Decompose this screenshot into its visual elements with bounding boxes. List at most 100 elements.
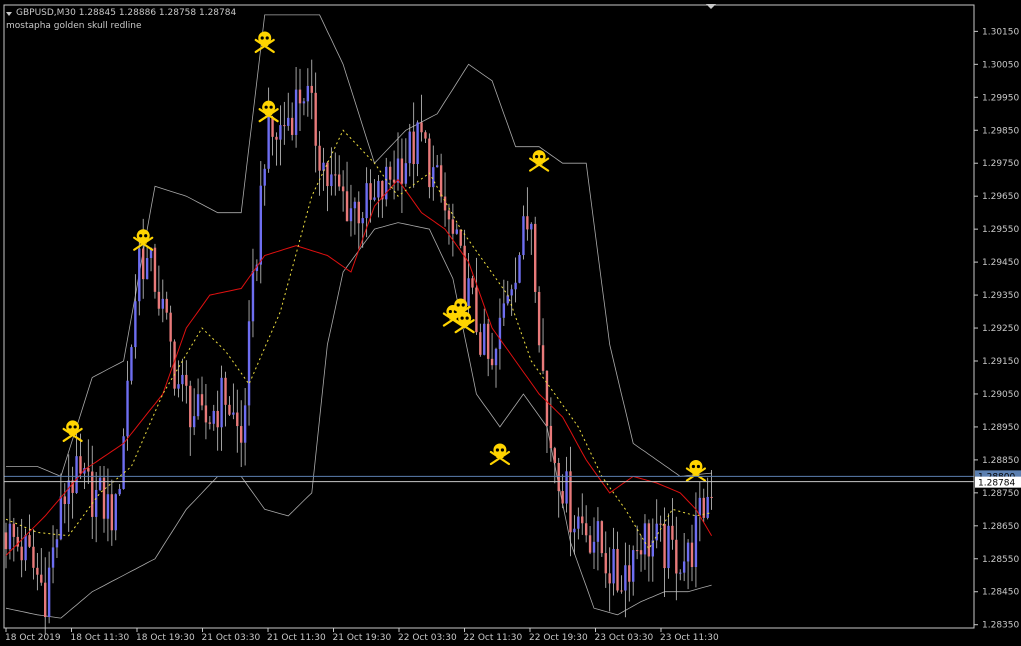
x-tick-label: 21 Oct 11:30 <box>267 633 326 643</box>
candle-body <box>28 535 31 547</box>
candle-body <box>224 377 227 405</box>
price-lines <box>4 475 974 483</box>
candle-body <box>259 185 262 265</box>
candle-body <box>157 291 161 309</box>
skull-eye <box>500 448 505 452</box>
candle-body <box>581 516 584 524</box>
candle-body <box>349 208 353 222</box>
candle-body <box>436 165 439 168</box>
candle-body <box>114 494 117 531</box>
candle-body <box>600 521 604 554</box>
candle-body <box>635 550 639 552</box>
y-tick-label: 1.29150 <box>982 357 1019 367</box>
candle-body <box>412 131 415 165</box>
candle-body <box>698 497 702 516</box>
candle-body <box>502 303 506 318</box>
x-tick-label: 23 Oct 11:30 <box>660 633 719 643</box>
candle-body <box>659 523 662 525</box>
candle-body <box>483 323 486 355</box>
candlesticks <box>4 59 713 635</box>
plot-frame <box>3 4 975 629</box>
candle-body <box>334 174 337 176</box>
candle-body <box>306 85 310 102</box>
candle-body <box>142 248 145 280</box>
candle-body <box>506 295 509 304</box>
skull-jaw <box>265 111 273 116</box>
skull-eye <box>691 464 696 469</box>
y-tick-label: 1.30150 <box>982 27 1019 37</box>
price-chart[interactable]: 1.30150 1.30050 1.29950 1.29850 1.29750 1.296… <box>0 0 1021 646</box>
candle-body <box>573 528 576 533</box>
candle-body <box>408 131 411 164</box>
candle-body <box>330 174 333 187</box>
skull-eye <box>495 448 500 452</box>
candle-body <box>592 541 596 553</box>
skull-eye <box>139 234 143 238</box>
candle-body <box>165 298 168 313</box>
candle-body <box>294 89 298 135</box>
skull-jaw <box>692 470 700 475</box>
candle-body <box>475 287 478 333</box>
candle-body <box>130 347 133 381</box>
candle-body <box>302 101 306 104</box>
candle-body <box>318 145 321 171</box>
candle-body <box>443 196 447 211</box>
chart-shift-icon <box>706 4 716 9</box>
candle-body <box>553 448 556 463</box>
x-tick-label: 18 Oct 19:30 <box>136 633 195 643</box>
candle-body <box>392 179 396 183</box>
candle-body <box>584 523 588 536</box>
candle-body <box>216 410 219 428</box>
candle-body <box>357 201 360 224</box>
candle-body <box>173 341 176 389</box>
candle-body <box>98 477 102 490</box>
candle-body <box>240 426 243 443</box>
candle-body <box>628 565 631 582</box>
candle-body <box>420 122 423 133</box>
x-tick-label: 21 Oct 19:30 <box>333 633 392 643</box>
y-tick-label: 1.28850 <box>982 456 1019 466</box>
candle-body <box>498 317 502 349</box>
candle-body <box>32 546 35 568</box>
candle-body <box>682 561 686 573</box>
candle-body <box>267 116 270 169</box>
candle-body <box>79 456 82 474</box>
candle-body <box>118 488 121 495</box>
candle-body <box>185 374 188 386</box>
y-tick-label: 1.29650 <box>982 192 1019 202</box>
candle-body <box>604 553 607 574</box>
candle-body <box>577 516 580 529</box>
skull-jaw <box>261 41 269 46</box>
candle-body <box>40 574 43 583</box>
candle-body <box>326 162 329 187</box>
skull-eye <box>448 309 452 314</box>
y-tick-label: 1.29850 <box>982 126 1019 136</box>
candle-body <box>588 535 592 553</box>
candle-body <box>694 515 698 567</box>
skull-eye <box>68 425 72 429</box>
y-tick-label: 1.28950 <box>982 423 1019 433</box>
skull-eye <box>465 316 469 320</box>
skull-eye <box>73 425 77 429</box>
candle-body <box>369 183 372 200</box>
skull-eye <box>264 105 268 109</box>
candle-body <box>208 422 212 424</box>
candle-body <box>439 165 443 197</box>
skull-icon <box>62 420 83 443</box>
candle-body <box>228 404 231 415</box>
candle-body <box>526 216 529 230</box>
skull-markers <box>62 31 707 482</box>
candle-body <box>361 218 364 224</box>
skull-jaw <box>496 454 504 458</box>
skull-eye <box>535 155 539 159</box>
candle-body <box>283 125 286 127</box>
candle-body <box>616 548 619 591</box>
candle-body <box>24 535 27 561</box>
y-tick-label: 1.29450 <box>982 258 1019 268</box>
candle-body <box>549 425 553 449</box>
candle-body <box>236 412 239 427</box>
candle-body <box>196 394 200 417</box>
candle-body <box>110 494 114 531</box>
x-tick-label: 22 Oct 19:30 <box>529 633 588 643</box>
candle-body <box>416 122 419 165</box>
